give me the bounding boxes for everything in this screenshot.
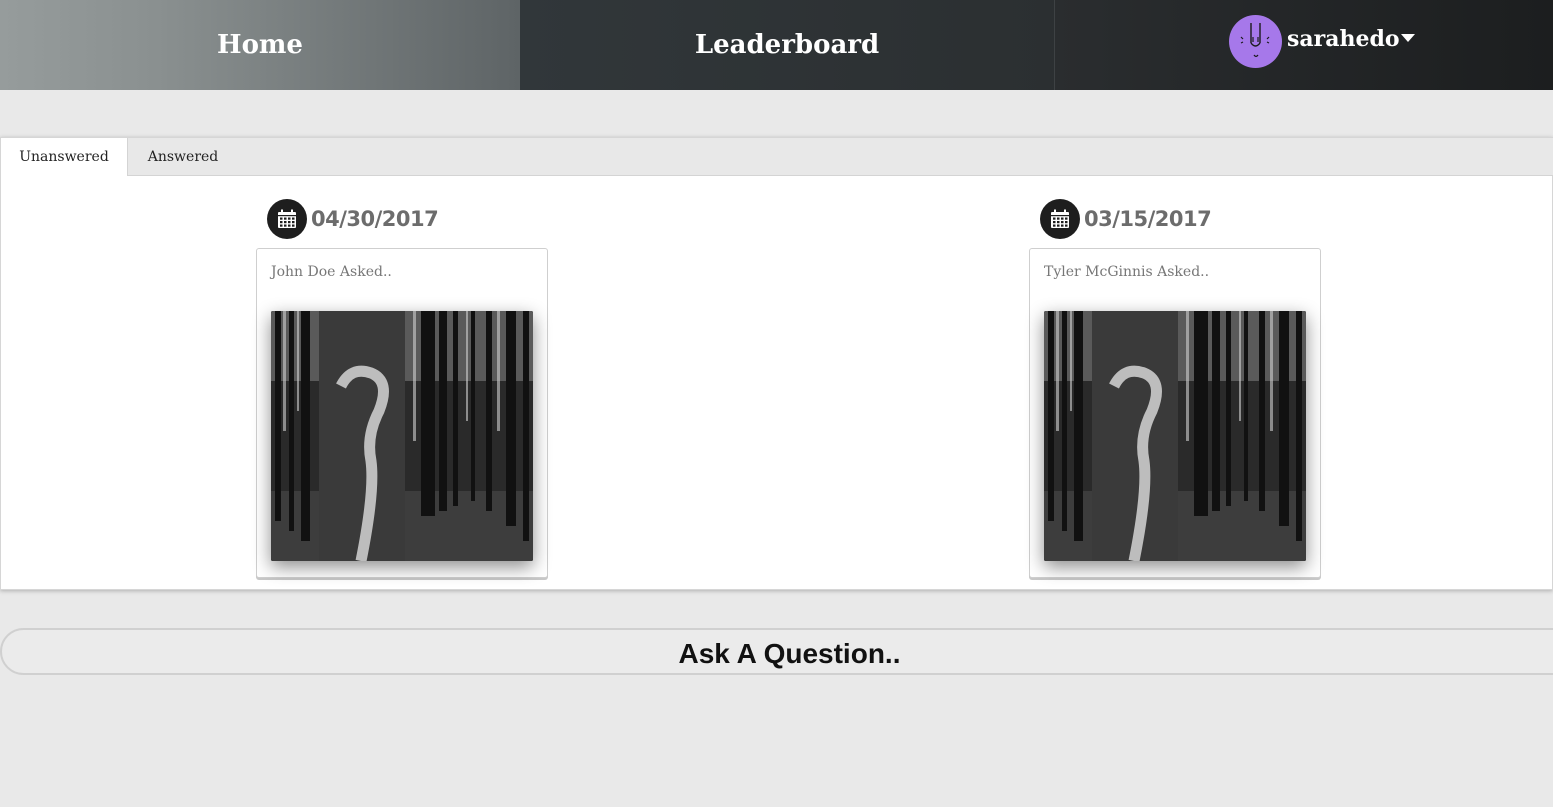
username[interactable]: sarahedo [1287,26,1400,52]
question-date: 03/15/2017 [1084,207,1212,231]
nav-leaderboard[interactable]: Leaderboard [520,0,1055,90]
tab-answered-label: Answered [147,148,219,165]
question-image [1044,311,1306,561]
tab-unanswered[interactable]: Unanswered [1,138,128,176]
tab-bar: Unanswered Answered [1,138,1553,176]
avatar-face-icon [1240,23,1270,58]
nav-leaderboard-label: Leaderboard [694,30,880,60]
question-date-row: 04/30/2017 [267,199,439,239]
question-image [271,311,533,561]
ask-question-label: Ask A Question.. [678,637,901,669]
question-date-row: 03/15/2017 [1040,199,1212,239]
nav-home[interactable]: Home [0,0,520,90]
caret-down-icon[interactable] [1401,34,1415,42]
tab-answered[interactable]: Answered [128,138,238,175]
question-asker: Tyler McGinnis Asked.. [1044,264,1210,280]
question-asker: John Doe Asked.. [271,264,392,280]
ask-question-button[interactable]: Ask A Question.. [0,628,1553,675]
calendar-icon [1040,199,1080,239]
question-card[interactable]: Tyler McGinnis Asked.. [1029,248,1321,578]
avatar[interactable] [1229,15,1282,68]
question-date: 04/30/2017 [311,207,439,231]
tab-unanswered-label: Unanswered [19,149,109,165]
question-card[interactable]: John Doe Asked.. [256,248,548,578]
calendar-icon [267,199,307,239]
nav-home-label: Home [217,30,303,60]
